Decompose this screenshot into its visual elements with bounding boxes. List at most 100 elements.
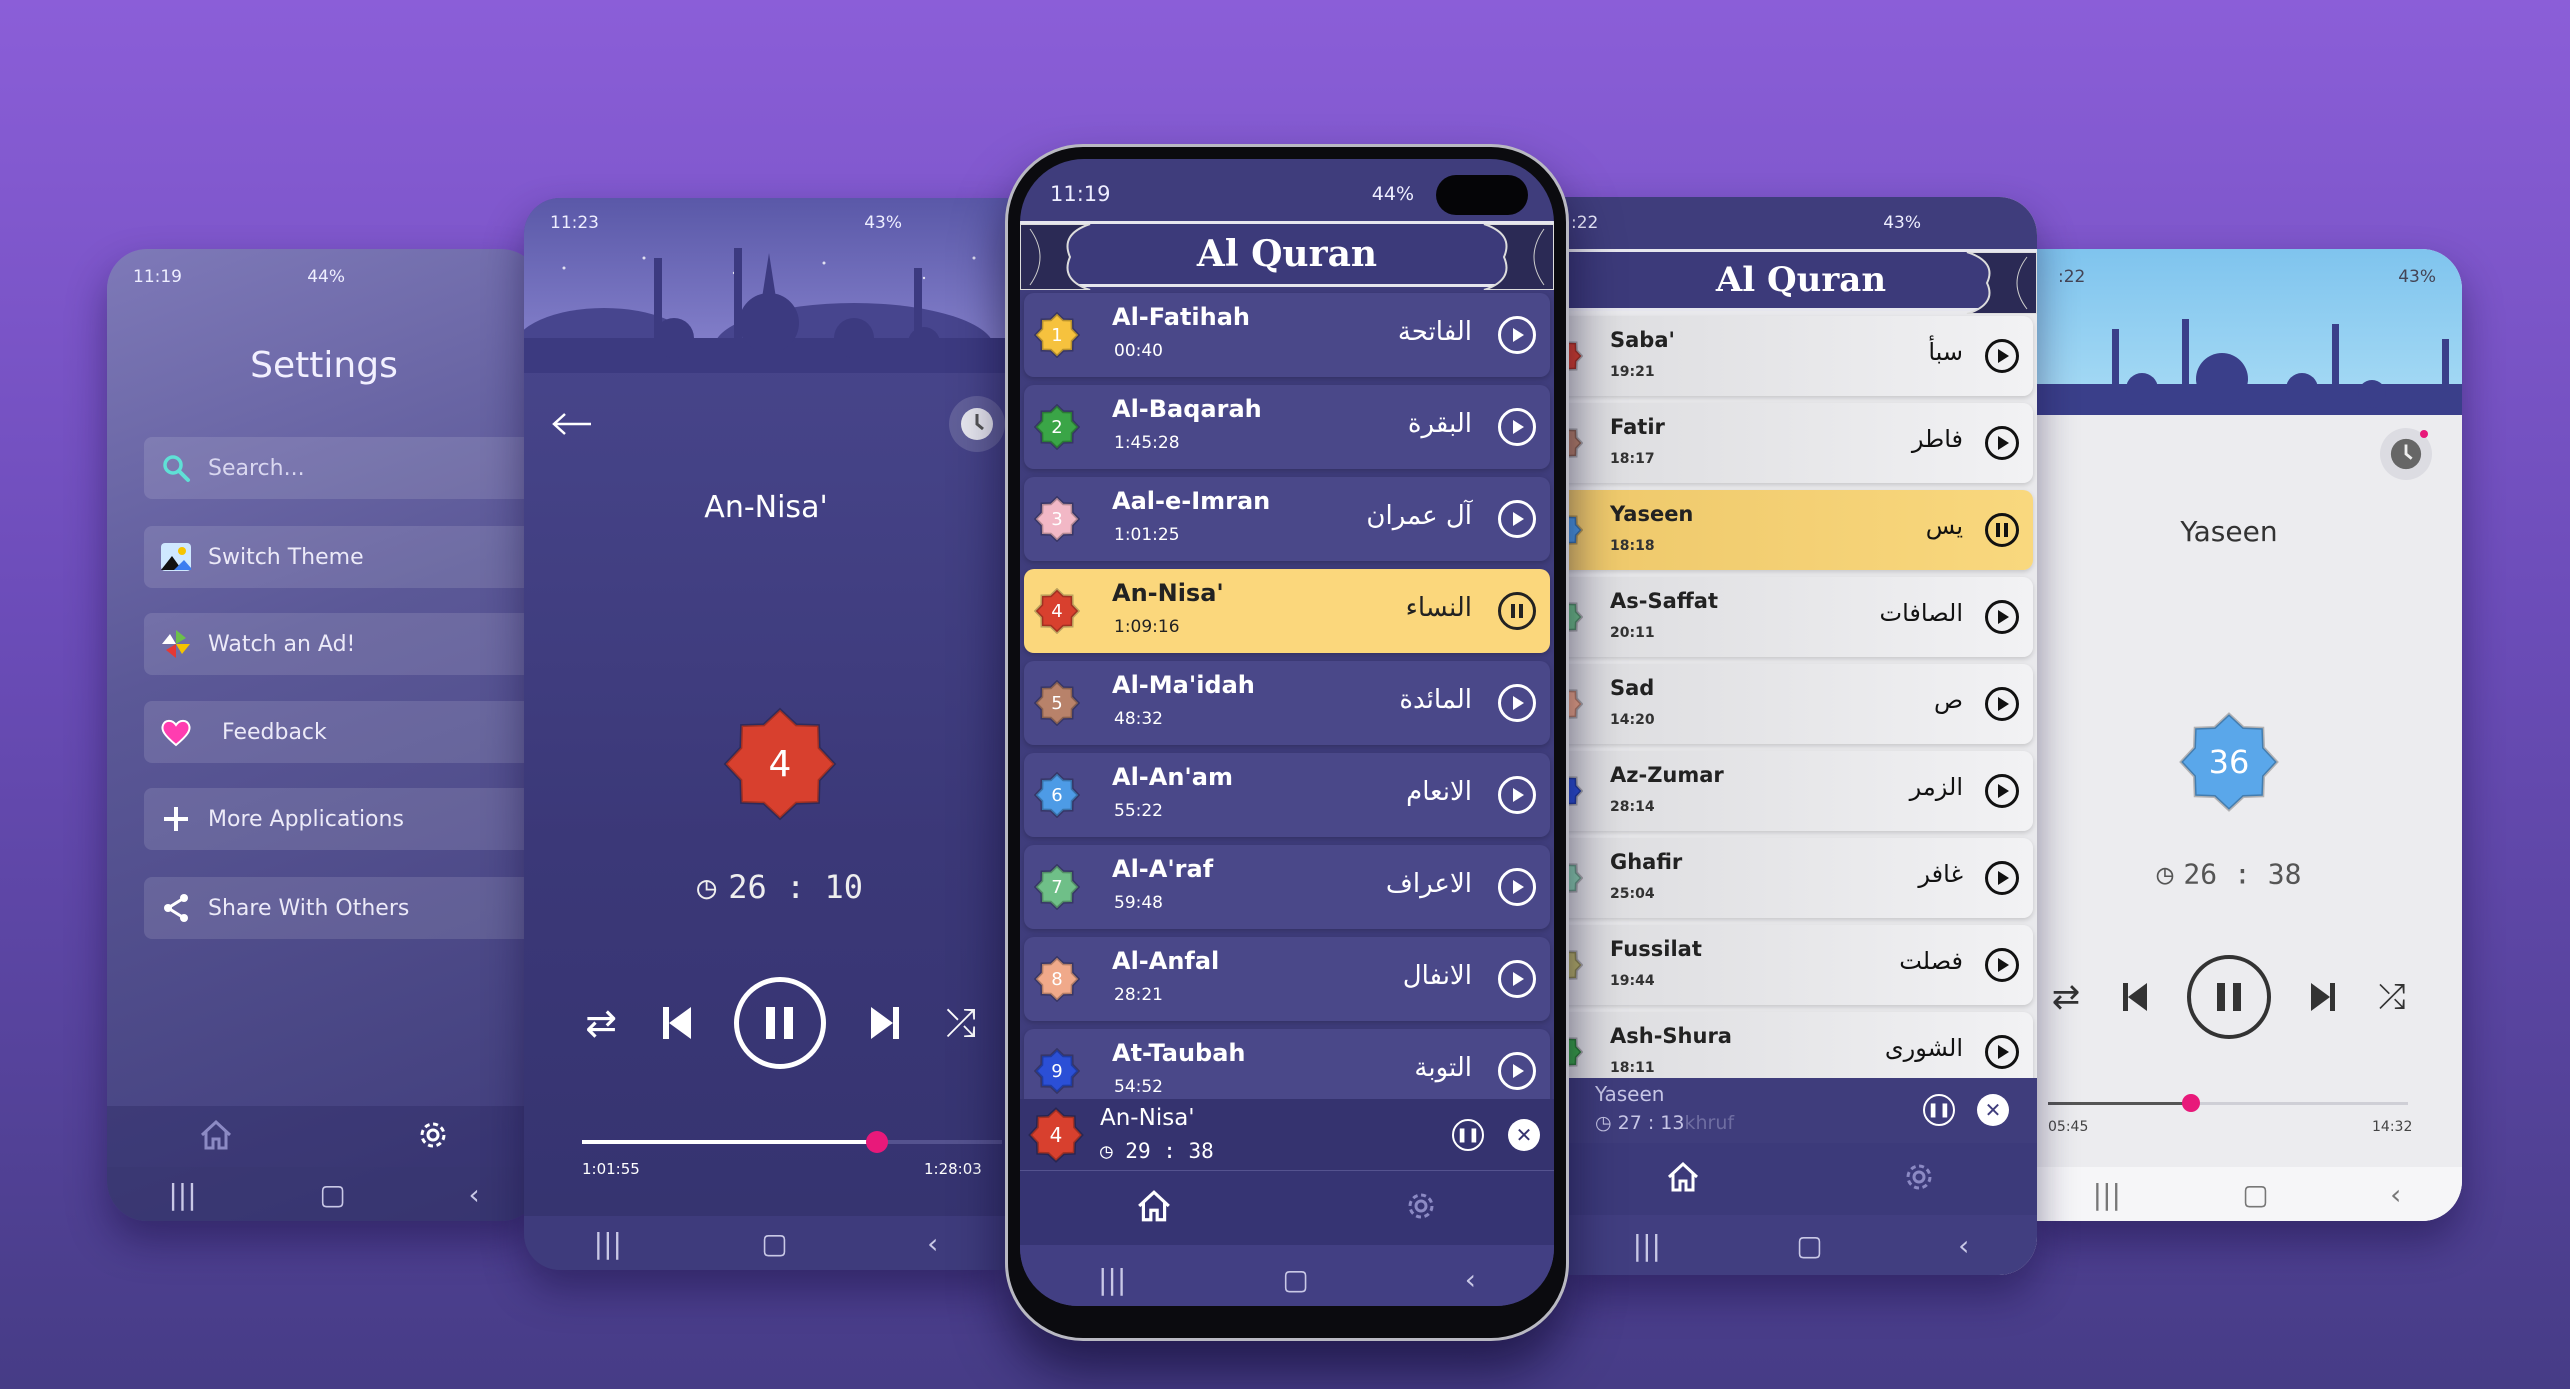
repeat-icon[interactable]: ⇄ [2052, 977, 2081, 1017]
back-button[interactable]: ‹ [1465, 1263, 1476, 1296]
surah-row[interactable]: 3 Aal-e-Imran 1:01:25 آل عمران [1024, 477, 1550, 561]
play-button[interactable] [1985, 339, 2019, 373]
surah-row[interactable]: 5 Al-Ma'idah 48:32 المائدة [1024, 661, 1550, 745]
back-button[interactable]: ‹ [468, 1178, 479, 1211]
play-button[interactable] [1498, 960, 1536, 998]
home-button[interactable]: ▢ [761, 1227, 787, 1260]
play-button[interactable] [1498, 776, 1536, 814]
settings-item-feedback[interactable]: Feedback [144, 701, 541, 763]
surah-row[interactable]: Saba' 19:21 سبأ [1565, 316, 2033, 396]
home-button[interactable]: ▢ [2242, 1178, 2268, 1211]
play-button[interactable] [1985, 426, 2019, 460]
back-button[interactable]: ‹ [2390, 1178, 2401, 1211]
play-button[interactable] [1498, 868, 1536, 906]
seek-bar[interactable] [2048, 1094, 2408, 1112]
pinwheel-icon [158, 626, 194, 662]
gear-icon[interactable] [1404, 1189, 1438, 1227]
surah-row[interactable]: Az-Zumar 28:14 الزمر [1565, 751, 2033, 831]
back-button[interactable]: ‹ [927, 1227, 938, 1260]
shuffle-icon[interactable]: ⤮ [2378, 977, 2405, 1017]
home-button[interactable]: ▢ [1796, 1229, 1822, 1262]
timer-display: ◷ 26 : 10 [697, 868, 863, 906]
pause-button[interactable]: ❚❚ [1452, 1119, 1484, 1151]
play-button[interactable] [1985, 600, 2019, 634]
gear-icon[interactable] [1902, 1160, 1936, 1198]
play-button[interactable] [1985, 774, 2019, 808]
back-arrow-icon[interactable] [551, 412, 593, 436]
pause-button[interactable]: ❚❚ [1923, 1094, 1955, 1126]
search-input[interactable]: Search... [144, 437, 541, 499]
seek-thumb[interactable] [2181, 1094, 2200, 1112]
next-icon[interactable] [2309, 981, 2337, 1013]
seek-thumb[interactable] [866, 1131, 889, 1153]
recents-button[interactable]: ||| [1633, 1229, 1661, 1262]
sleep-timer-button[interactable] [2380, 428, 2432, 480]
seek-bar[interactable] [582, 1131, 1002, 1153]
mini-player[interactable]: Yaseen ◷ 27 : 13khruf ❚❚ ✕ [1565, 1078, 2037, 1143]
home-icon[interactable] [1666, 1161, 1700, 1197]
play-button[interactable] [1498, 500, 1536, 538]
search-icon [158, 450, 194, 486]
close-button[interactable]: ✕ [1977, 1094, 2009, 1126]
surah-duration: 20:11 [1610, 625, 1655, 641]
back-button[interactable]: ‹ [1958, 1229, 1969, 1262]
recents-button[interactable]: ||| [594, 1227, 622, 1260]
settings-item-share-with-others[interactable]: Share With Others [144, 877, 541, 939]
surah-row[interactable]: 6 Al-An'am 55:22 الانعام [1024, 753, 1550, 837]
pause-button[interactable] [1498, 592, 1536, 630]
repeat-icon[interactable]: ⇄ [585, 1001, 617, 1045]
system-nav: ||| ▢ ‹ [524, 1216, 1008, 1270]
previous-icon[interactable] [2121, 981, 2149, 1013]
play-button[interactable] [1985, 861, 2019, 895]
play-button[interactable] [1985, 948, 2019, 982]
surah-row[interactable]: As-Saffat 20:11 الصافات [1565, 577, 2033, 657]
surah-row[interactable]: Sad 14:20 ص [1565, 664, 2033, 744]
surah-row[interactable]: Fussilat 19:44 فصلت [1565, 925, 2033, 1005]
home-icon[interactable] [1136, 1189, 1172, 1227]
surah-row[interactable]: 8 Al-Anfal 28:21 الانفال [1024, 937, 1550, 1021]
mini-player[interactable]: 4 An-Nisa' ◷ 29 : 38 ❚❚ ✕ [1020, 1099, 1554, 1171]
home-button[interactable]: ▢ [1282, 1263, 1308, 1296]
gear-icon[interactable] [416, 1118, 450, 1156]
surah-row[interactable]: Ghafir 25:04 غافر [1565, 838, 2033, 918]
home-icon[interactable] [199, 1119, 233, 1155]
recents-button[interactable]: ||| [168, 1178, 196, 1211]
play-button[interactable] [1498, 684, 1536, 722]
surah-arabic-name: الانعام [1406, 777, 1472, 807]
surah-row[interactable]: Yaseen 18:18 يس [1565, 490, 2033, 570]
surah-row[interactable]: Fatir 18:17 فاطر [1565, 403, 2033, 483]
recents-button[interactable]: ||| [2093, 1178, 2121, 1211]
shuffle-icon[interactable]: ⤮ [946, 1001, 976, 1046]
surah-arabic-name: ص [1933, 686, 1963, 714]
close-button[interactable]: ✕ [1508, 1119, 1540, 1151]
ornament-icon [1483, 224, 1554, 290]
surah-arabic-name: البقرة [1407, 409, 1472, 439]
pause-button[interactable] [734, 977, 826, 1069]
track-title: Yaseen [2180, 515, 2278, 548]
surah-row[interactable]: 4 An-Nisa' 1:09:16 النساء [1024, 569, 1550, 653]
play-button[interactable] [1498, 408, 1536, 446]
surah-row[interactable]: 7 Al-A'raf 59:48 الاعراف [1024, 845, 1550, 929]
surah-row[interactable]: 1 Al-Fatihah 00:40 الفاتحة [1024, 293, 1550, 377]
settings-item-switch-theme[interactable]: Switch Theme [144, 526, 541, 588]
play-button[interactable] [1985, 687, 2019, 721]
play-button[interactable] [1498, 1052, 1536, 1090]
play-button[interactable] [1498, 316, 1536, 354]
surah-name: Sad [1610, 676, 1655, 700]
recents-button[interactable]: ||| [1098, 1263, 1126, 1296]
sleep-timer-button[interactable] [949, 396, 1005, 452]
next-icon[interactable] [869, 1005, 901, 1041]
surah-number: 4 [768, 743, 792, 785]
previous-icon[interactable] [661, 1005, 693, 1041]
settings-item-more-applications[interactable]: More Applications [144, 788, 541, 850]
play-button[interactable] [1985, 1035, 2019, 1069]
surah-row[interactable]: 2 Al-Baqarah 1:45:28 البقرة [1024, 385, 1550, 469]
surah-duration: 18:18 [1610, 538, 1655, 554]
home-button[interactable]: ▢ [319, 1178, 345, 1211]
settings-item-watch-an-ad[interactable]: Watch an Ad! [144, 613, 541, 675]
surah-number: 5 [1051, 692, 1063, 714]
status-bar: :22 43% [2032, 249, 2462, 305]
app-title: Al Quran [1196, 233, 1378, 275]
pause-button[interactable] [2187, 955, 2271, 1039]
pause-button[interactable] [1985, 513, 2019, 547]
